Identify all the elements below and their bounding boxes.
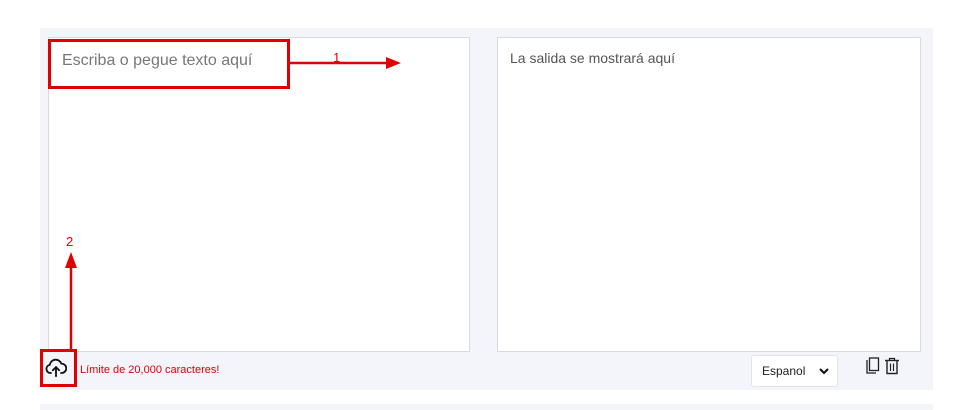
- bottom-divider: [40, 404, 933, 410]
- copy-button[interactable]: [866, 357, 882, 375]
- cloud-upload-icon: [45, 358, 67, 378]
- chevron-down-icon: [819, 367, 829, 374]
- output-placeholder: La salida se mostrará aquí: [510, 50, 675, 66]
- trash-icon: [885, 357, 899, 375]
- annotation-arrow-1: [288, 57, 401, 69]
- output-text-area: La salida se mostrará aquí: [497, 37, 921, 352]
- language-select-value: Espanol: [762, 364, 806, 378]
- annotation-box-1: [48, 39, 290, 89]
- upload-button[interactable]: [44, 356, 68, 380]
- annotation-arrow-2: [65, 252, 77, 350]
- language-select[interactable]: Espanol: [751, 355, 838, 387]
- char-limit-label: Límite de 20,000 caracteres!: [80, 364, 220, 376]
- delete-button[interactable]: [884, 357, 900, 375]
- annotation-label-2: 2: [66, 234, 74, 249]
- copy-icon: [866, 357, 880, 374]
